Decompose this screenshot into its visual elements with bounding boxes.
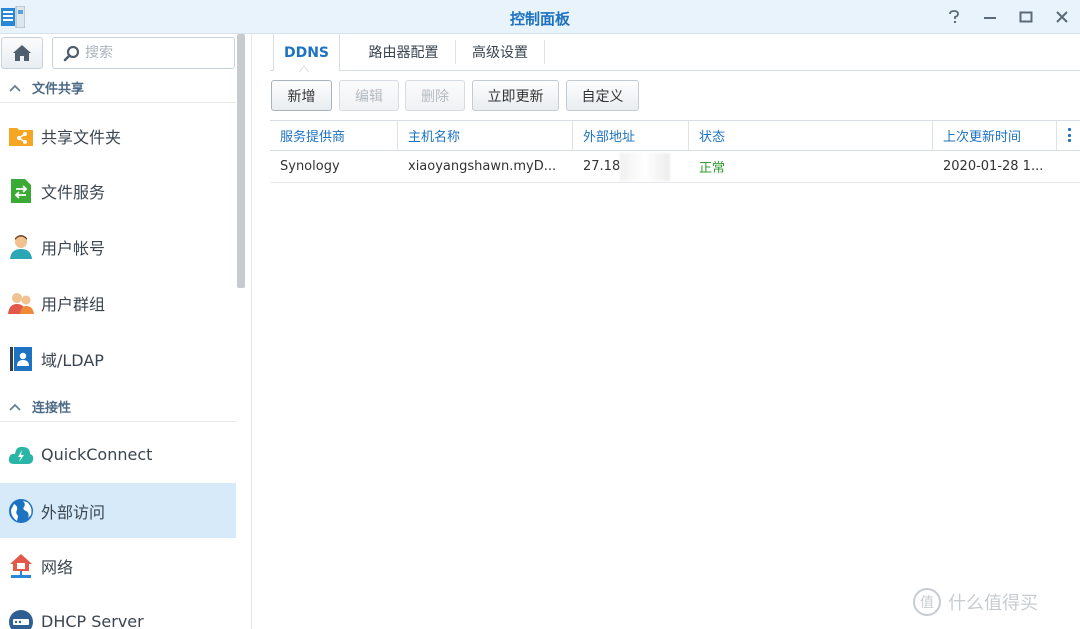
globe-icon — [8, 498, 34, 524]
sidebar-item-shared-folder[interactable]: 共享文件夹 — [0, 108, 236, 163]
chevron-up-icon — [9, 84, 21, 92]
tab-bar: DDNS 路由器配置 高级设置 — [270, 34, 1080, 72]
sidebar: 文件共享 共享文件夹 文件服务 用户帐号 用户群组 域/LDAP 连接性 — [0, 34, 252, 629]
group-icon — [8, 290, 34, 316]
update-now-button[interactable]: 立即更新 — [472, 80, 559, 111]
column-menu-icon[interactable] — [1066, 128, 1072, 142]
sidebar-item-file-services[interactable]: 文件服务 — [0, 163, 236, 218]
cell-provider: Synology — [280, 159, 340, 174]
sidebar-item-label: 外部访问 — [41, 502, 106, 522]
active-tab-caret-icon — [299, 65, 309, 72]
tab-label: DDNS — [283, 44, 330, 61]
redaction-blur — [620, 153, 670, 181]
cell-hostname: xiaoyangshawn.myD... — [408, 159, 557, 174]
column-header-hostname[interactable]: 主机名称 — [398, 121, 573, 150]
customize-button[interactable]: 自定义 — [566, 80, 639, 111]
maximize-icon[interactable] — [1008, 0, 1044, 34]
sidebar-item-group[interactable]: 用户群组 — [0, 275, 236, 330]
sidebar-item-label: 用户群组 — [41, 294, 106, 314]
help-icon[interactable] — [936, 0, 972, 34]
tab-router-config[interactable]: 路由器配置 — [352, 34, 455, 70]
dhcp-icon — [8, 609, 34, 629]
sidebar-item-dhcp-server[interactable]: DHCP Server — [0, 594, 236, 629]
chevron-up-icon — [9, 403, 21, 411]
column-header-provider[interactable]: 服务提供商 — [270, 121, 398, 150]
tab-divider — [544, 40, 545, 64]
table-header: 服务提供商 主机名称 外部地址 状态 上次更新时间 — [270, 120, 1080, 151]
main-panel: DDNS 路由器配置 高级设置 新增 编辑 删除 立即更新 自定义 服务提供商 … — [270, 34, 1080, 629]
sidebar-item-label: QuickConnect — [41, 445, 153, 464]
home-icon — [13, 45, 31, 61]
column-header-last-update[interactable]: 上次更新时间 — [933, 121, 1057, 150]
sidebar-item-user[interactable]: 用户帐号 — [0, 219, 236, 274]
close-icon[interactable] — [1044, 0, 1080, 34]
file-services-icon — [8, 178, 34, 204]
sidebar-scrollbar[interactable] — [237, 34, 245, 288]
home-button[interactable] — [1, 37, 43, 69]
sidebar-item-label: 共享文件夹 — [41, 127, 122, 147]
quickconnect-icon — [8, 442, 34, 468]
tab-label: 高级设置 — [472, 45, 528, 61]
sidebar-item-external-access[interactable]: 外部访问 — [0, 483, 236, 538]
section-label: 文件共享 — [32, 82, 85, 97]
watermark-text: 什么值得买 — [948, 593, 1038, 614]
edit-button[interactable]: 编辑 — [339, 80, 399, 111]
search-box[interactable] — [52, 37, 235, 69]
svg-text:值: 值 — [920, 595, 934, 611]
add-button[interactable]: 新增 — [271, 80, 332, 111]
search-icon — [63, 45, 80, 62]
sidebar-item-label: DHCP Server — [41, 612, 144, 629]
column-header-external-address[interactable]: 外部地址 — [573, 121, 689, 150]
minimize-icon[interactable] — [972, 0, 1008, 34]
sidebar-item-label: 用户帐号 — [41, 238, 106, 258]
table-row[interactable]: Synology xiaoyangshawn.myD... 27.18 正常 2… — [270, 151, 1080, 183]
cell-last-update: 2020-01-28 1... — [943, 159, 1044, 174]
search-input[interactable] — [85, 38, 230, 68]
title-bar: 控制面板 — [0, 0, 1080, 34]
column-header-status[interactable]: 状态 — [689, 121, 933, 150]
sidebar-item-label: 域/LDAP — [41, 350, 104, 370]
shared-folder-icon — [8, 123, 34, 149]
section-connectivity[interactable]: 连接性 — [0, 392, 236, 422]
tab-advanced-settings[interactable]: 高级设置 — [456, 34, 544, 70]
watermark-logo-icon: 值 — [913, 588, 941, 616]
section-file-sharing[interactable]: 文件共享 — [0, 73, 236, 103]
cell-status: 正常 — [699, 161, 726, 176]
sidebar-item-label: 网络 — [41, 557, 74, 577]
watermark: 值 什么值得买 — [912, 587, 1038, 617]
window-title: 控制面板 — [509, 10, 570, 28]
delete-button[interactable]: 删除 — [405, 80, 465, 111]
tab-label: 路由器配置 — [368, 45, 439, 61]
sidebar-item-network[interactable]: 网络 — [0, 538, 236, 593]
ldap-icon — [8, 346, 34, 372]
sidebar-item-ldap[interactable]: 域/LDAP — [0, 331, 236, 386]
section-label: 连接性 — [32, 401, 72, 416]
user-icon — [8, 234, 34, 260]
network-icon — [8, 553, 34, 579]
sidebar-item-label: 文件服务 — [41, 182, 106, 202]
sidebar-item-quickconnect[interactable]: QuickConnect — [0, 427, 236, 482]
